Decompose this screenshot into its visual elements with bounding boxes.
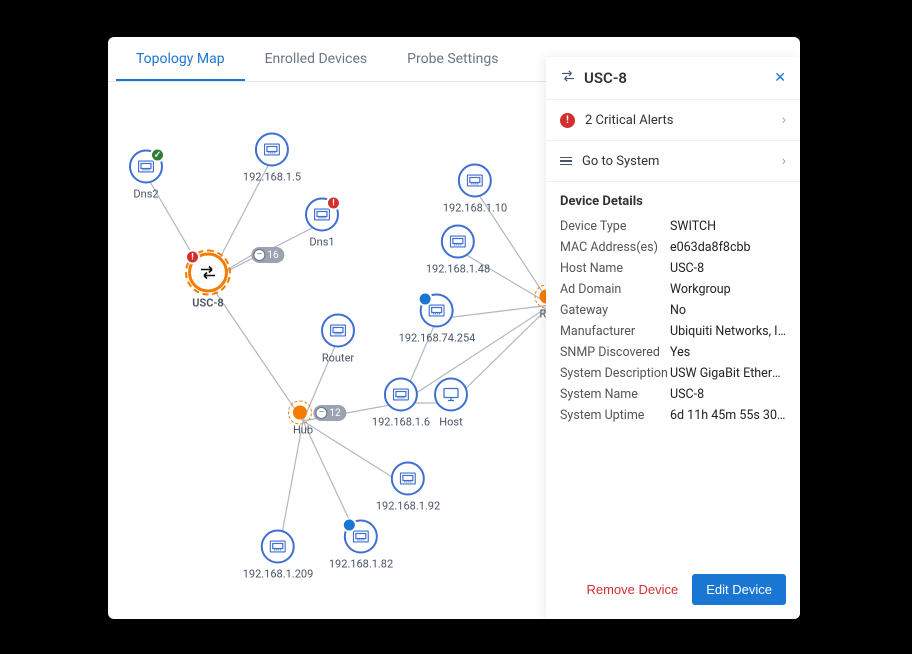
node-host[interactable]: Host — [434, 378, 468, 429]
node-label: 192.168.1.10 — [443, 202, 507, 215]
node-label: 192.168.1.5 — [243, 171, 301, 184]
node-192-168-74-254[interactable]: 192.168.74.254 — [399, 294, 476, 345]
list-icon — [560, 157, 572, 166]
ethernet-port-icon — [314, 209, 330, 221]
detail-row: ManufacturerUbiquiti Networks, Inc. — [560, 324, 786, 339]
detail-row: SNMP DiscoveredYes — [560, 345, 786, 360]
chevron-right-icon: › — [782, 153, 786, 169]
chevron-right-icon: › — [782, 112, 786, 128]
detail-row: System DescriptionUSW GigaBit Ethernet S… — [560, 366, 786, 381]
ethernet-port-icon — [393, 389, 409, 401]
ethernet-port-icon — [429, 305, 445, 317]
node-router[interactable]: Router — [321, 314, 355, 365]
collapse-count: 16 — [267, 250, 278, 261]
node-192-168-1-10[interactable]: 192.168.1.10 — [443, 164, 507, 215]
device-details-section: Device Details Device TypeSWITCH MAC Add… — [546, 182, 800, 441]
panel-title: USC-8 — [584, 69, 766, 87]
alert-icon: ! — [560, 113, 575, 128]
app-window: Topology Map Enrolled Devices Probe Sett… — [108, 37, 800, 619]
go-to-system-row[interactable]: Go to System › — [546, 141, 800, 182]
collapse-badge-usc8[interactable]: − 16 — [251, 247, 284, 263]
alerts-label: 2 Critical Alerts — [585, 113, 673, 128]
tab-topology-map[interactable]: Topology Map — [116, 37, 245, 81]
node-192-168-1-92[interactable]: 192.168.1.92 — [376, 462, 440, 513]
tab-enrolled-devices[interactable]: Enrolled Devices — [245, 37, 388, 81]
node-192-168-1-6[interactable]: 192.168.1.6 — [372, 378, 430, 429]
critical-alerts-row[interactable]: ! 2 Critical Alerts › — [546, 100, 800, 141]
node-label: USC-8 — [188, 297, 228, 310]
status-ok-icon: ✓ — [150, 148, 165, 163]
node-label: 192.168.1.6 — [372, 416, 430, 429]
detail-row: GatewayNo — [560, 303, 786, 318]
ethernet-port-icon — [264, 144, 280, 156]
ethernet-port-icon — [270, 541, 286, 553]
ethernet-port-icon — [400, 473, 416, 485]
node-label: Router — [321, 352, 355, 365]
detail-row: Ad DomainWorkgroup — [560, 282, 786, 297]
node-label: Dns1 — [305, 236, 339, 249]
node-192-168-1-48[interactable]: 192.168.1.48 — [426, 225, 490, 276]
device-details-panel: USC-8 ✕ ! 2 Critical Alerts › Go to Syst… — [546, 57, 800, 619]
ethernet-port-icon — [467, 175, 483, 187]
node-label: 192.168.1.48 — [426, 263, 490, 276]
detail-row: System NameUSC-8 — [560, 387, 786, 402]
minus-icon: − — [315, 407, 327, 419]
detail-row: Device TypeSWITCH — [560, 219, 786, 234]
node-label: Host — [434, 416, 468, 429]
ethernet-port-icon — [330, 325, 346, 337]
node-usc-8[interactable]: ! USC-8 — [188, 253, 228, 310]
edit-device-button[interactable]: Edit Device — [692, 574, 786, 605]
status-error-icon: ! — [185, 250, 200, 265]
node-label: 192.168.1.92 — [376, 500, 440, 513]
node-192-168-1-209[interactable]: 192.168.1.209 — [243, 530, 314, 581]
node-192-168-1-5[interactable]: 192.168.1.5 — [243, 133, 301, 184]
goto-label: Go to System — [582, 154, 659, 169]
collapse-count: 12 — [329, 408, 340, 419]
minus-icon: − — [253, 249, 265, 261]
ethernet-port-icon — [450, 236, 466, 248]
tab-probe-settings[interactable]: Probe Settings — [387, 37, 518, 81]
node-label: 192.168.1.209 — [243, 568, 314, 581]
switch-icon — [199, 266, 217, 280]
remove-device-button[interactable]: Remove Device — [582, 574, 682, 605]
detail-row: System Uptime6d 11h 45m 55s 30ms — [560, 408, 786, 423]
node-label: 192.168.74.254 — [399, 332, 476, 345]
detail-row: MAC Address(es)e063da8f8cbb — [560, 240, 786, 255]
status-error-icon: ! — [326, 196, 341, 211]
node-label: Dns2 — [129, 188, 163, 201]
details-heading: Device Details — [560, 194, 786, 209]
close-panel-button[interactable]: ✕ — [774, 70, 786, 86]
node-dns1[interactable]: ! Dns1 — [305, 198, 339, 249]
detail-row: Host NameUSC-8 — [560, 261, 786, 276]
node-dns2[interactable]: ✓ Dns2 — [129, 150, 163, 201]
panel-header: USC-8 ✕ — [546, 57, 800, 100]
node-label: 192.168.1.82 — [329, 558, 393, 571]
node-192-168-1-82[interactable]: 192.168.1.82 — [329, 520, 393, 571]
switch-icon — [560, 70, 576, 86]
node-label: Hub — [293, 424, 313, 437]
node-hub[interactable]: Hub — [293, 406, 313, 437]
ethernet-port-icon — [138, 161, 154, 173]
panel-actions: Remove Device Edit Device — [546, 560, 800, 619]
hub-dot-icon — [293, 406, 307, 420]
collapse-badge-hub[interactable]: − 12 — [313, 405, 346, 421]
ethernet-port-icon — [353, 531, 369, 543]
monitor-icon — [443, 388, 459, 402]
